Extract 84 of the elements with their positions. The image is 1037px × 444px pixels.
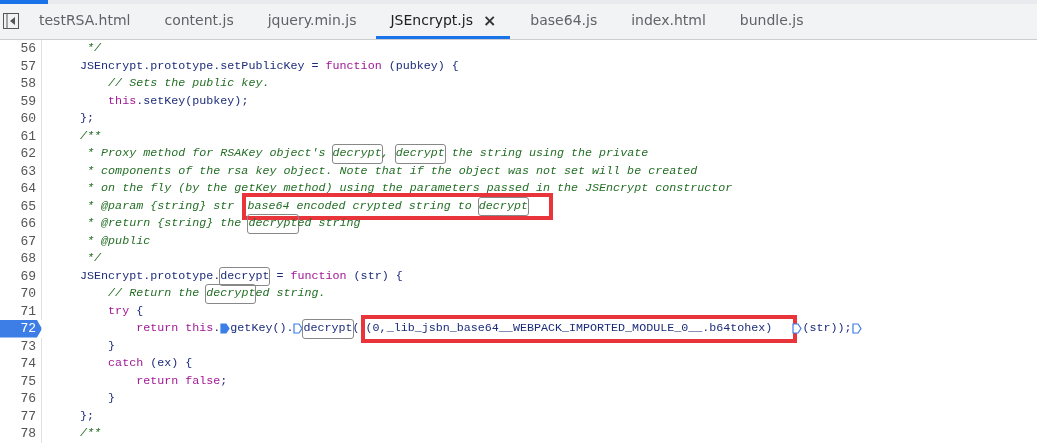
code-token: * Proxy method for RSAKey object's: [86, 145, 327, 162]
code-token: }: [107, 390, 116, 407]
file-tab[interactable]: JSEncrypt.js ×: [376, 4, 511, 39]
file-tab[interactable]: jquery.min.js: [253, 4, 371, 39]
search-match: decrypt: [206, 285, 256, 303]
code-token: catch: [107, 355, 144, 372]
code-token: };: [79, 110, 95, 127]
code-token: // Sets the public key.: [107, 75, 270, 92]
code-token: ,: [381, 145, 390, 162]
sidebar-toggle-icon[interactable]: [3, 13, 19, 29]
line-number[interactable]: 78: [0, 425, 42, 443]
code-token: JSEncrypt.prototype.: [79, 267, 221, 285]
code-token: (0,_lib_jsbn_base64__WEBPACK_IMPORTED_MODULE_0__.b64tohex): [365, 320, 773, 337]
code-token: */: [86, 250, 102, 267]
line-number[interactable]: 70: [0, 285, 42, 303]
code-token: getKey().: [230, 320, 294, 337]
code-token: .setKey(pubkey);: [136, 92, 249, 110]
line-number[interactable]: 76: [0, 390, 42, 408]
code-token: }: [107, 337, 116, 355]
code-token: (pubkey) {: [387, 57, 459, 75]
search-match: decrypt: [395, 145, 445, 163]
search-match: decrypt: [303, 320, 353, 338]
code-token: * on the fly (by the getKey method) using the parameters passed in the JSEncrypt constructor: [86, 180, 733, 197]
close-icon[interactable]: ×: [482, 10, 497, 30]
code-token: */: [86, 40, 102, 57]
code-token: };: [79, 407, 95, 425]
code-token: // Return the: [107, 285, 201, 302]
code-token: this: [107, 92, 137, 110]
line-number[interactable]: 61: [0, 127, 42, 145]
line-number[interactable]: 77: [0, 407, 42, 425]
code-token: (str));: [802, 320, 852, 337]
search-match: decrypt: [220, 267, 270, 285]
line-number[interactable]: 56: [0, 40, 42, 58]
breakpoint-marker-icon[interactable]: [220, 323, 231, 335]
code-token: * @public: [86, 232, 151, 250]
breakpoint-location-icon[interactable]: [851, 323, 862, 335]
line-number[interactable]: 57: [0, 57, 42, 75]
code-token: (ex) {: [149, 355, 193, 372]
search-match: decrypt: [478, 197, 528, 215]
code-token: ed string: [297, 215, 361, 232]
file-tab[interactable]: bundle.js: [725, 4, 818, 39]
search-match: decrypt: [332, 145, 382, 163]
code-token: ed string.: [255, 285, 326, 302]
file-tab[interactable]: content.js: [150, 4, 248, 39]
code-token: function: [325, 57, 382, 75]
code-token: (: [352, 320, 360, 337]
line-number[interactable]: 63: [0, 162, 42, 180]
code-token: (str) {: [352, 267, 403, 285]
file-tab[interactable]: base64.js: [516, 4, 612, 39]
line-number[interactable]: 66: [0, 215, 42, 233]
code-token: * components of the rsa key object. Note that if the object was not set will be created: [86, 162, 698, 180]
code-token: /**: [79, 425, 102, 442]
code-token: ;: [220, 372, 228, 390]
line-number[interactable]: 68: [0, 250, 42, 268]
file-tab[interactable]: testRSA.html: [25, 4, 145, 39]
file-tab[interactable]: index.html: [617, 4, 720, 39]
line-number[interactable]: 73: [0, 337, 42, 355]
code-token: * @return {string} the: [86, 215, 243, 232]
line-number[interactable]: 75: [0, 372, 42, 390]
search-match: decrypt: [248, 215, 298, 233]
code-token: function: [290, 267, 347, 285]
line-number[interactable]: 65: [0, 197, 42, 215]
line-number[interactable]: 72: [0, 320, 42, 338]
code-token: the string using the private: [450, 145, 649, 162]
code-token: /**: [79, 127, 102, 145]
line-number[interactable]: 74: [0, 355, 42, 373]
line-number[interactable]: 69: [0, 267, 42, 285]
code-token: .: [213, 320, 221, 337]
code-token: {: [135, 302, 144, 320]
line-number[interactable]: 58: [0, 75, 42, 93]
code-token: try: [107, 302, 130, 320]
code-token: return false: [135, 372, 221, 390]
breakpoint-location-icon[interactable]: [293, 323, 304, 335]
code-token: * @param {string} str: [86, 197, 236, 215]
code-token: JSEncrypt.prototype.setPublicKey =: [79, 57, 320, 75]
line-number[interactable]: 67: [0, 232, 42, 250]
line-number[interactable]: 62: [0, 145, 42, 163]
line-number[interactable]: 59: [0, 92, 42, 110]
code-token: =: [275, 267, 285, 285]
line-number[interactable]: 64: [0, 180, 42, 198]
code-token: return this: [135, 320, 214, 337]
line-number[interactable]: 60: [0, 110, 42, 128]
code-token: base64 encoded crypted string to: [247, 197, 473, 215]
breakpoint-location-icon[interactable]: [792, 323, 803, 335]
